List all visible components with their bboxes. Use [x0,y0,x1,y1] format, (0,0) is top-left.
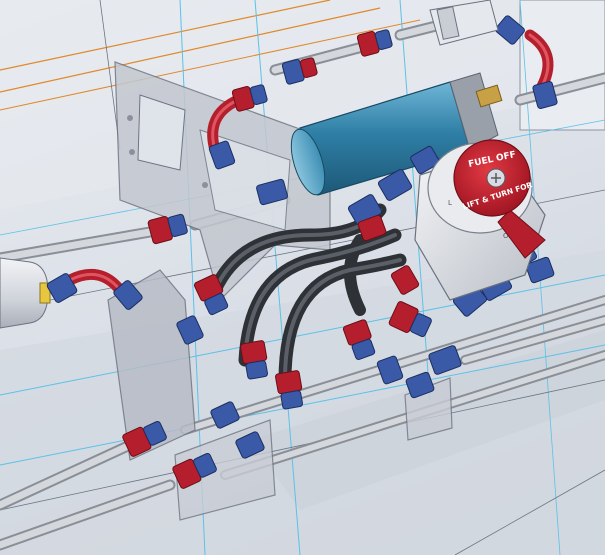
left-fuel-filter[interactable] [0,257,51,329]
dial-mark-l: L [448,199,452,207]
cad-scene[interactable]: L OFF FUEL OFF LIFT & TURN FOR [0,0,605,555]
bracket-bolt-hole [127,115,133,121]
bracket-bolt-hole [129,149,135,155]
bracket-bolt-hole [202,182,208,188]
right-tank [519,0,605,131]
cad-viewport[interactable]: L OFF FUEL OFF LIFT & TURN FOR [0,0,605,555]
grey-hose-highlight [0,228,154,262]
